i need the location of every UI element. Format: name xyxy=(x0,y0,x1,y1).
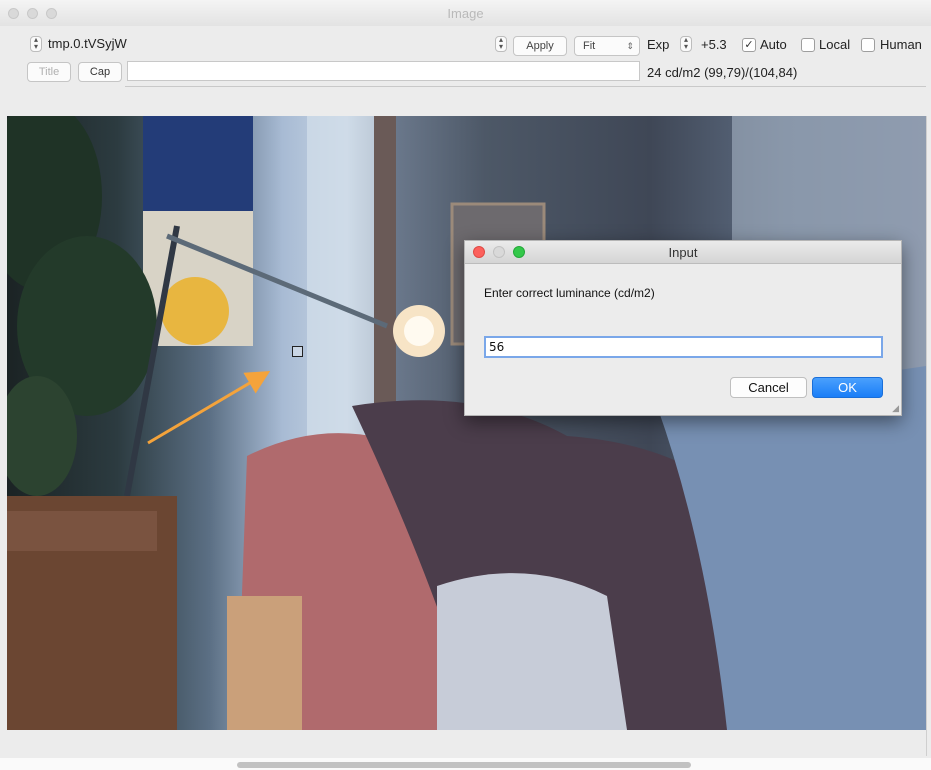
chevron-updown-icon: ⇕ xyxy=(626,41,634,51)
fit-select[interactable]: Fit ⇕ xyxy=(574,36,640,56)
dialog-title: Input xyxy=(668,245,698,260)
window-titlebar: Image xyxy=(0,0,931,27)
luminance-input[interactable] xyxy=(484,336,883,358)
vertical-divider xyxy=(926,116,927,756)
title-button[interactable]: Title xyxy=(27,62,71,82)
apply-stepper-icon[interactable]: ▴ ▾ xyxy=(495,36,507,52)
selection-box[interactable] xyxy=(292,346,303,357)
human-checkbox[interactable] xyxy=(861,38,875,52)
exp-stepper-icon[interactable]: ▴ ▾ xyxy=(680,36,692,52)
fit-select-value: Fit xyxy=(583,40,596,52)
local-label: Local xyxy=(819,37,851,52)
resize-grip-icon[interactable]: ◢ xyxy=(889,403,899,413)
orange-arrow-icon xyxy=(147,370,271,445)
ok-button[interactable]: OK xyxy=(812,377,883,398)
checkmark-icon: ✓ xyxy=(744,39,754,51)
human-label: Human xyxy=(880,37,922,52)
cancel-button[interactable]: Cancel xyxy=(730,377,807,398)
caption-input[interactable] xyxy=(127,61,640,81)
exp-value: +5.3 xyxy=(701,37,727,52)
toolbar: ▴ ▾ tmp.0.tVSyjW ▴ ▾ Apply Fit ⇕ Exp ▴ ▾ +5… xyxy=(0,26,931,84)
apply-button[interactable]: Apply xyxy=(513,36,567,56)
exp-label: Exp xyxy=(647,37,670,52)
file-stepper-icon[interactable]: ▴ ▾ xyxy=(30,36,42,52)
file-name: tmp.0.tVSyjW xyxy=(48,36,127,51)
luminance-input-dialog: Input Enter correct luminance (cd/m2) Ca… xyxy=(464,240,902,416)
auto-label: Auto xyxy=(760,37,787,52)
window-title: Image xyxy=(447,6,484,21)
auto-checkbox[interactable]: ✓ xyxy=(742,38,756,52)
dialog-titlebar: Input xyxy=(465,241,901,264)
local-checkbox[interactable] xyxy=(801,38,815,52)
cap-button[interactable]: Cap xyxy=(78,62,122,82)
dialog-prompt: Enter correct luminance (cd/m2) xyxy=(484,286,655,300)
luminance-status: 24 cd/m2 (99,79)/(104,84) xyxy=(647,65,798,80)
toolbar-divider xyxy=(125,86,926,87)
image-viewport[interactable] xyxy=(7,116,926,730)
horizontal-scrollbar-thumb[interactable] xyxy=(237,762,691,768)
